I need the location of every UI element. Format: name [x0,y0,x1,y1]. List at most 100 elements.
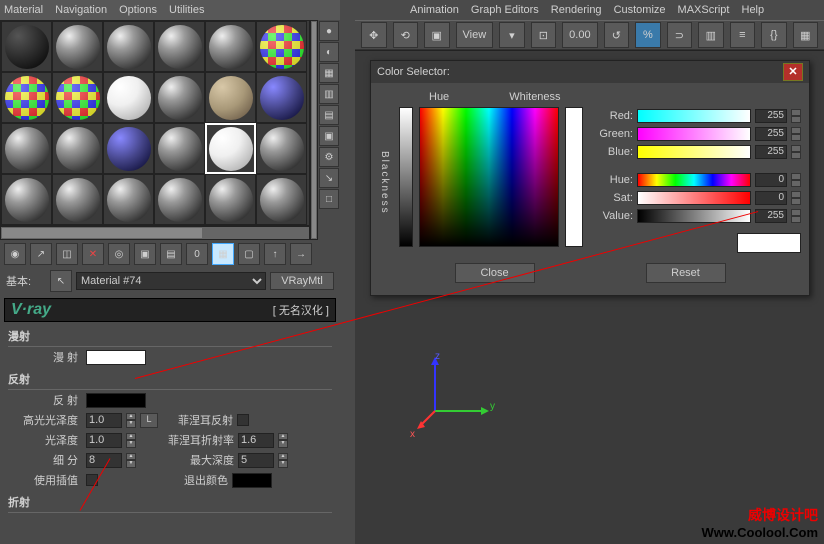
ref-coord-select[interactable]: View [456,22,494,48]
put-to-lib-icon[interactable]: ▤ [160,243,182,265]
sample-slot-selected[interactable] [205,123,256,174]
sample-slot[interactable] [103,123,154,174]
hue-value[interactable]: 0 [755,173,787,187]
snap-toggle-icon[interactable]: ⊡ [531,22,557,48]
fresnel-ior-spinner[interactable]: 1.6 [238,433,274,448]
menu-help[interactable]: Help [742,4,765,16]
whiteness-slider[interactable] [565,107,583,247]
matid-ch-icon[interactable]: 0 [186,243,208,265]
sample-slot[interactable] [52,21,103,72]
dialog-titlebar[interactable]: Color Selector: ✕ [371,61,809,83]
sample-slot[interactable] [256,21,307,72]
sample-slot[interactable] [154,123,205,174]
angle-snap-icon[interactable]: ↺ [604,22,630,48]
scale-icon[interactable]: ▣ [424,22,450,48]
sample-slot[interactable] [103,174,154,225]
spinner-arrows[interactable]: ▲▼ [126,453,136,468]
hilight-gloss-spinner[interactable]: 1.0 [86,413,122,428]
sample-slot[interactable] [205,174,256,225]
delete-icon[interactable]: ✕ [82,243,104,265]
go-parent-icon[interactable]: ↑ [264,243,286,265]
preview-icon[interactable]: ▣ [319,126,339,146]
menu-customize[interactable]: Customize [614,4,666,16]
spinner-arrows[interactable]: ▲▼ [278,433,288,448]
sample-slot[interactable] [52,123,103,174]
curve-editor-icon[interactable]: {} [761,22,787,48]
sample-slot[interactable] [154,21,205,72]
menu-maxscript[interactable]: MAXScript [678,4,730,16]
pick-icon[interactable]: ↖ [50,270,72,292]
sample-slot[interactable] [154,72,205,123]
sample-slot[interactable] [52,174,103,225]
layers-icon[interactable]: ≡ [730,22,756,48]
sample-slot[interactable] [1,72,52,123]
value-slider[interactable] [637,209,751,223]
sat-slider[interactable] [637,191,751,205]
menu-rendering[interactable]: Rendering [551,4,602,16]
menu-navigation[interactable]: Navigation [55,4,107,16]
diffuse-swatch[interactable] [86,350,146,365]
reflect-swatch[interactable] [86,393,146,408]
max-depth-spinner[interactable]: 5 [238,453,274,468]
backlight-icon[interactable]: ◐ [319,42,339,62]
menu-utilities[interactable]: Utilities [169,4,204,16]
grid-icon[interactable]: ▾ [499,22,525,48]
reset-button[interactable]: Reset [646,263,726,283]
fresnel-checkbox[interactable] [237,414,249,426]
blue-value[interactable]: 255 [755,145,787,159]
menu-animation[interactable]: Animation [410,4,459,16]
sample-vscrollbar[interactable] [310,20,318,240]
spinner-arrows[interactable] [791,173,801,187]
put-to-scene-icon[interactable]: ↗ [30,243,52,265]
close-icon[interactable]: ✕ [783,63,803,81]
magnet-icon[interactable]: ⊃ [667,22,693,48]
exit-color-swatch[interactable] [232,473,272,488]
matid-icon[interactable]: □ [319,189,339,209]
get-material-icon[interactable]: ◉ [4,243,26,265]
spinner-arrows[interactable]: ▲▼ [278,453,288,468]
red-slider[interactable] [637,109,751,123]
go-forward-icon[interactable]: → [290,243,312,265]
sample-slot[interactable] [1,123,52,174]
refl-gloss-spinner[interactable]: 1.0 [86,433,122,448]
make-unique-icon[interactable]: ▣ [134,243,156,265]
spinner-arrows[interactable] [791,127,801,141]
move-icon[interactable]: ✥ [361,22,387,48]
sample-slot[interactable] [205,21,256,72]
sample-slot[interactable] [52,72,103,123]
spinner-arrows[interactable] [791,145,801,159]
sample-slot[interactable] [256,72,307,123]
align-icon[interactable]: ▥ [698,22,724,48]
sat-value[interactable]: 0 [755,191,787,205]
sample-slot[interactable] [256,174,307,225]
blackness-slider[interactable] [399,107,413,247]
menu-options[interactable]: Options [119,4,157,16]
use-interp-checkbox[interactable] [86,474,98,486]
lock-button[interactable]: L [140,413,158,428]
select-by-mat-icon[interactable]: ↘ [319,168,339,188]
sample-uv-icon[interactable]: ▥ [319,84,339,104]
hue-picker[interactable] [419,107,559,247]
menu-material[interactable]: Material [4,4,43,16]
material-name-select[interactable]: Material #74 [76,272,266,290]
green-value[interactable]: 255 [755,127,787,141]
show-end-icon[interactable]: ▢ [238,243,260,265]
sample-type-icon[interactable]: ● [319,21,339,41]
green-slider[interactable] [637,127,751,141]
sample-hscrollbar[interactable] [0,226,310,240]
menu-graph-editors[interactable]: Graph Editors [471,4,539,16]
close-button[interactable]: Close [455,263,535,283]
sample-slot[interactable] [256,123,307,174]
spinner-arrows[interactable] [791,191,801,205]
material-type-button[interactable]: VRayMtl [270,272,334,290]
sample-slot[interactable] [103,72,154,123]
make-copy-icon[interactable]: ◎ [108,243,130,265]
spinner-arrows[interactable] [791,209,801,223]
sample-slot[interactable] [103,21,154,72]
sample-slot[interactable] [154,174,205,225]
sample-slot[interactable] [1,174,52,225]
sample-slot[interactable] [205,72,256,123]
spinner-arrows[interactable]: ▲▼ [126,413,136,428]
show-in-vp-icon[interactable]: ▦ [212,243,234,265]
render-icon[interactable]: ▦ [793,22,819,48]
